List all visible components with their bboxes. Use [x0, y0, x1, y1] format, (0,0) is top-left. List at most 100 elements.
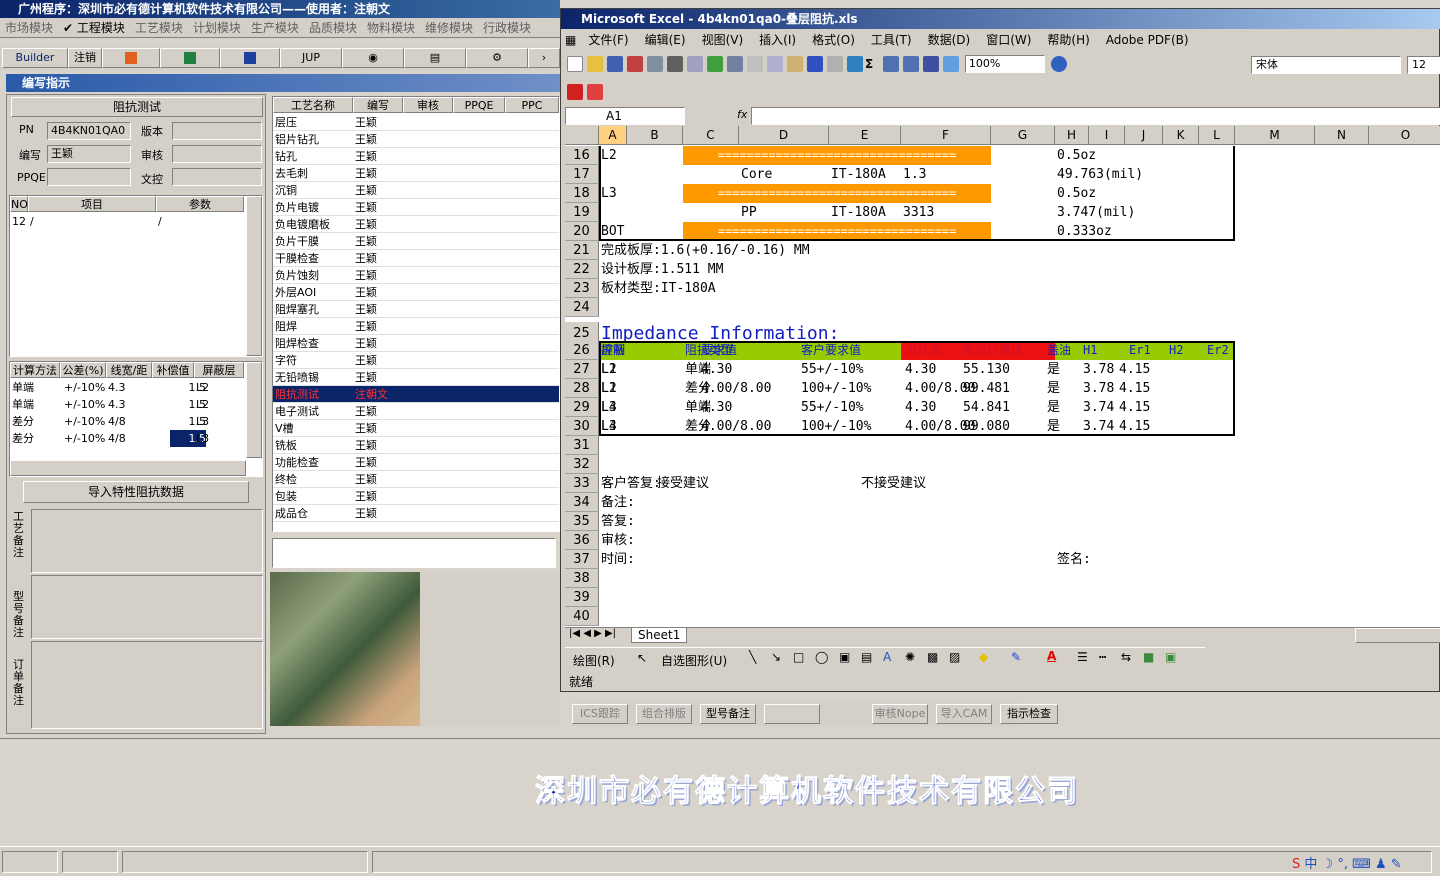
xl-menu-insert[interactable]: 插入(I) [751, 29, 804, 51]
bottom-button[interactable]: ICS跟踪 [572, 704, 628, 724]
row-header[interactable]: 22 [565, 260, 599, 279]
row-header[interactable]: 40 [565, 607, 599, 626]
xl-menu-adobe[interactable]: Adobe PDF(B) [1098, 29, 1197, 51]
pn-field[interactable]: 4B4KN01QA0 [47, 122, 131, 140]
oval-icon[interactable]: ◯ [815, 650, 828, 664]
table-row[interactable]: V槽 王颖 [273, 420, 559, 437]
picture-icon[interactable]: ▨ [949, 650, 960, 664]
menu-engineering[interactable]: ✔ 工程模块 [58, 18, 130, 38]
excel-doc-icon[interactable]: ▦ [561, 29, 580, 51]
xl-menu-data[interactable]: 数据(D) [920, 29, 979, 51]
row-header[interactable]: 29 [565, 398, 599, 417]
row-header[interactable]: 16 [565, 146, 599, 165]
cut-icon[interactable] [747, 56, 763, 72]
sheet1-tab[interactable]: Sheet1 [631, 628, 688, 643]
row-header[interactable]: 34 [565, 493, 599, 512]
wordart-icon[interactable]: A [883, 650, 891, 664]
new-icon[interactable] [567, 56, 583, 72]
worksheet-grid[interactable]: ABCDEFGHIJKLMNO 16 17 18 19 20 21 22 23 24 25 26 27… [565, 126, 1440, 633]
row-header[interactable]: 19 [565, 203, 599, 222]
fx-icon[interactable]: fx [737, 108, 747, 121]
row-header[interactable]: 36 [565, 531, 599, 550]
font-name-select[interactable]: 宋体 [1251, 56, 1401, 74]
autoshapes-menu[interactable]: 自选图形(U) [661, 652, 727, 669]
model-note-field[interactable] [31, 575, 263, 639]
xl-menu-edit[interactable]: 编辑(E) [637, 29, 694, 51]
font-size-select[interactable]: 12 [1407, 56, 1440, 74]
row-header[interactable]: 33 [565, 474, 599, 493]
table-row[interactable]: 去毛刺 王颖 [273, 165, 559, 182]
line-icon[interactable]: ╲ [749, 650, 756, 664]
table-row[interactable]: 字符 王颖 [273, 352, 559, 369]
permission-icon[interactable] [627, 56, 643, 72]
zoom-select[interactable]: 100% [964, 55, 1045, 73]
column-header[interactable]: B [627, 126, 683, 145]
bottom-button[interactable]: 导入CAM [936, 704, 992, 724]
table-row[interactable]: 沉铜 王颖 [273, 182, 559, 199]
table-row[interactable]: 单端 +/-10% 4.3 1.5 L2 [10, 396, 244, 413]
jup-button[interactable]: JUP [280, 48, 342, 68]
help-icon[interactable] [1050, 56, 1067, 72]
bottom-button[interactable]: 审核Nope [872, 704, 928, 724]
table-row[interactable]: 负片蚀刻 王颖 [273, 267, 559, 284]
pdf-convert-icon[interactable] [567, 84, 583, 100]
table-row[interactable]: 单端 +/-10% 4.3 1.5 L2 [10, 379, 244, 396]
menu-craft[interactable]: 工艺模块 [130, 18, 188, 38]
bottom-button[interactable]: 组合排版 [636, 704, 692, 724]
hyperlink-icon[interactable] [847, 56, 863, 72]
ppqe-field[interactable] [47, 168, 131, 186]
table-row[interactable]: 差分 +/-10% 4/8 1.5 L3 [10, 430, 244, 447]
xl-menu-tools[interactable]: 工具(T) [863, 29, 920, 51]
xl-menu-file[interactable]: 文件(F) [580, 29, 636, 51]
column-header[interactable]: I [1089, 126, 1125, 145]
table-row[interactable]: 负电镀磨板 王颖 [273, 216, 559, 233]
table-row[interactable]: 无铅喷锡 王颖 [273, 369, 559, 386]
column-header[interactable]: D [739, 126, 829, 145]
draw-menu[interactable]: 绘图(R) [573, 652, 615, 669]
horizontal-scrollbar[interactable] [10, 460, 246, 476]
email-icon[interactable] [647, 56, 663, 72]
menu-plan[interactable]: 计划模块 [188, 18, 246, 38]
horizontal-scrollbar[interactable] [1355, 628, 1440, 643]
menu-material[interactable]: 物料模块 [362, 18, 420, 38]
column-header[interactable]: O [1369, 126, 1440, 145]
pdf-email-icon[interactable] [587, 84, 603, 100]
bottom-button[interactable] [764, 704, 820, 724]
table-row[interactable]: 差分 +/-10% 4/8 1.5 L3 [10, 413, 244, 430]
name-box[interactable]: A1 [565, 107, 685, 125]
table-row[interactable]: 阻焊塞孔 王颖 [273, 301, 559, 318]
row-header[interactable]: 18 [565, 184, 599, 203]
autosum-icon[interactable]: Σ [865, 57, 881, 71]
table-row[interactable]: 包装 王颖 [273, 488, 559, 505]
row-header[interactable]: 20 [565, 222, 599, 241]
undo-icon[interactable] [807, 56, 823, 72]
column-header[interactable]: A [599, 126, 627, 145]
table-row[interactable]: 外层AOI 王颖 [273, 284, 559, 301]
3d-icon[interactable]: ▣ [1165, 650, 1176, 664]
logout-button[interactable]: 注销 [68, 48, 102, 68]
menu-quality[interactable]: 品质模块 [304, 18, 362, 38]
row-header[interactable]: 26 [565, 341, 599, 360]
chart-icon[interactable] [923, 56, 939, 72]
powerpoint-icon[interactable] [102, 48, 160, 68]
shadow-icon[interactable]: ■ [1143, 650, 1154, 664]
menu-market[interactable]: 市场模块 [0, 18, 58, 38]
select-all-corner[interactable] [565, 126, 599, 145]
column-header[interactable]: N [1315, 126, 1369, 145]
table-row[interactable]: 成品仓 王颖 [273, 505, 559, 522]
menu-production[interactable]: 生产模块 [246, 18, 304, 38]
more-icon[interactable]: › [528, 48, 560, 68]
sort-desc-icon[interactable] [903, 56, 919, 72]
open-icon[interactable] [587, 56, 603, 72]
table-row[interactable]: 电子测试 王颖 [273, 403, 559, 420]
excel-icon[interactable] [160, 48, 220, 68]
column-header[interactable]: L [1199, 126, 1235, 145]
row-header[interactable]: 24 [565, 298, 599, 317]
word-icon[interactable] [220, 48, 280, 68]
dash-style-icon[interactable]: ┅ [1099, 650, 1106, 664]
version-field[interactable] [172, 122, 262, 140]
table-row[interactable]: 干膜检查 王颖 [273, 250, 559, 267]
row-header[interactable]: 38 [565, 569, 599, 588]
xl-menu-view[interactable]: 视图(V) [694, 29, 752, 51]
formula-bar[interactable] [751, 107, 1440, 125]
